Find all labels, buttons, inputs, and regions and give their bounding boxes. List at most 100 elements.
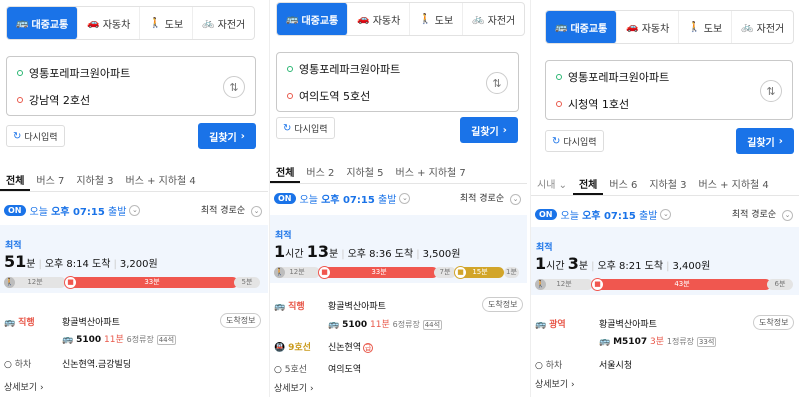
- origin-field[interactable]: 영통포레파크원아파트: [556, 69, 669, 85]
- tab-region-dropdown[interactable]: 시내 ⌄: [531, 172, 573, 195]
- departure-row: ON 오늘 오후 07:15 출발 ⌄ 최적 경로순 ⌄: [0, 200, 268, 220]
- tab-bus[interactable]: 버스 6: [603, 172, 643, 195]
- chevron-down-icon[interactable]: ⌄: [399, 192, 411, 204]
- step-bus: 🚌 광역: [535, 320, 566, 330]
- search-route-button[interactable]: 길찾기 ›: [736, 128, 794, 154]
- transport-mode-tabs: 🚌 대중교통 🚗 자동차 🚶 도보 🚲 자전거: [276, 2, 526, 36]
- swap-icon[interactable]: ⇅: [760, 80, 782, 102]
- departure-time[interactable]: 오늘 오후 07:15 출발: [30, 203, 127, 218]
- origin-field[interactable]: 영통포레파크원아파트: [17, 65, 130, 81]
- chevron-down-icon: ⌄: [251, 206, 262, 217]
- walk-segment: 6분: [767, 279, 793, 290]
- departure-time[interactable]: 오늘 오후 07:15 출발: [561, 207, 658, 222]
- board-stop: 황골벽산아파트: [599, 320, 657, 330]
- mode-car-button[interactable]: 🚗 자동차: [348, 3, 411, 35]
- duration-summary: 1시간 3분 | 오후 8:21 도착 | 3,400원: [535, 254, 711, 273]
- arrival-info-button[interactable]: 도착정보: [220, 313, 262, 328]
- sort-dropdown[interactable]: 최적 경로순 ⌄: [460, 191, 521, 205]
- mode-bike-button[interactable]: 🚲 자전거: [193, 7, 254, 39]
- destination-field[interactable]: 강남역 2호선: [17, 92, 90, 108]
- chevron-down-icon[interactable]: ⌄: [660, 208, 672, 220]
- route-timeline-bar: 12분 🚶 43분 ■ 6분: [535, 278, 793, 291]
- swap-icon[interactable]: ⇅: [486, 72, 508, 94]
- chevron-right-icon: ›: [502, 124, 507, 136]
- bus-line: 🚌 M5107 3분 1정류장 33석: [599, 337, 717, 347]
- route-result-card[interactable]: 최적 1시간 13분 | 오후 8:36 도착 | 3,500원 12분 🚶 33분 ■…: [270, 215, 527, 394]
- on-toggle[interactable]: ON: [274, 192, 296, 204]
- tab-all[interactable]: 전체: [572, 172, 604, 195]
- tab-bus[interactable]: 버스 7: [30, 168, 70, 191]
- bus-icon: 🚌: [535, 320, 547, 330]
- mode-car-button[interactable]: 🚗 자동차: [617, 11, 680, 43]
- tab-bus-subway[interactable]: 버스 + 지하철 4: [120, 168, 202, 191]
- tab-bus-subway[interactable]: 버스 + 지하철 7: [390, 160, 472, 183]
- detail-link[interactable]: 상세보기 ›: [274, 381, 314, 394]
- bus-icon: 🚌: [599, 337, 611, 347]
- chevron-down-icon: ⌄: [558, 180, 567, 191]
- detail-link[interactable]: 상세보기 ›: [4, 380, 44, 393]
- tab-subway[interactable]: 지하철 3: [70, 168, 119, 191]
- tab-bus-subway[interactable]: 버스 + 지하철 4: [693, 172, 775, 195]
- chevron-down-icon[interactable]: ⌄: [129, 204, 141, 216]
- walk-icon: 🚶: [274, 267, 285, 278]
- tab-subway[interactable]: 지하철 5: [340, 160, 389, 183]
- destination-field[interactable]: 여의도역 5호선: [287, 88, 370, 104]
- bus-line: 🚌 5100 11분 6정류장 44석: [328, 320, 443, 330]
- mode-bike-button[interactable]: 🚲 자전거: [732, 11, 793, 43]
- car-icon: 🚗: [626, 21, 639, 33]
- search-route-button[interactable]: 길찾기 ›: [460, 117, 518, 143]
- bus-segment: 43분: [593, 279, 771, 290]
- route-result-card[interactable]: 최적 1시간 3분 | 오후 8:21 도착 | 3,400원 12분 🚶 43분 ■ …: [531, 227, 799, 397]
- chevron-down-icon: ⌄: [782, 210, 793, 221]
- walk-segment: 5분: [234, 277, 260, 288]
- on-toggle[interactable]: ON: [4, 204, 26, 216]
- reset-button[interactable]: ↻ 다시입력: [545, 130, 604, 152]
- walk-icon: 🚶: [419, 13, 432, 25]
- sort-dropdown[interactable]: 최적 경로순 ⌄: [732, 207, 793, 221]
- bus-line: 🚌 5100 11분 6정류장 44석: [62, 335, 177, 345]
- result-tabs: 시내 ⌄ 전체 버스 6 지하철 3 버스 + 지하철 4: [531, 172, 799, 196]
- chevron-right-icon: ›: [778, 135, 783, 147]
- step-subway-9: 🚇 9호선: [274, 343, 311, 353]
- search-route-button[interactable]: 길찾기 ›: [198, 123, 256, 149]
- best-label: 최적: [5, 241, 22, 251]
- walk-icon: 🚶: [535, 279, 546, 290]
- destination-dot-icon: [17, 97, 23, 103]
- mode-walk-button[interactable]: 🚶 도보: [140, 7, 194, 39]
- bus-segment: 33분: [66, 277, 238, 288]
- route-result-card[interactable]: 최적 51분 | 오후 8:14 도착 | 3,200원 12분 🚶 33분 ■ 5분 …: [0, 225, 268, 397]
- origin-field[interactable]: 영통포레파크원아파트: [287, 61, 400, 77]
- tab-subway[interactable]: 지하철 3: [643, 172, 692, 195]
- mode-transit-button[interactable]: 🚌 대중교통: [546, 11, 618, 43]
- arrival-info-button[interactable]: 도착정보: [753, 315, 795, 330]
- sort-dropdown[interactable]: 최적 경로순 ⌄: [201, 203, 262, 217]
- route-panel-cityhall: 🚌 대중교통 🚗 자동차 🚶 도보 🚲 자전거 영통포레파크원아파트 시청역 1호선 ⇅…: [530, 0, 799, 397]
- destination-dot-icon: [556, 101, 562, 107]
- detail-link[interactable]: 상세보기 ›: [535, 377, 575, 390]
- destination-field[interactable]: 시청역 1호선: [556, 96, 629, 112]
- on-toggle[interactable]: ON: [535, 208, 557, 220]
- departure-time[interactable]: 오늘 오후 07:15 출발: [300, 191, 397, 206]
- step-alight: ○ 하차: [4, 360, 32, 370]
- circle-icon: ○: [274, 365, 282, 375]
- transport-mode-tabs: 🚌 대중교통 🚗 자동차 🚶 도보 🚲 자전거: [6, 6, 256, 40]
- arrival-info-button[interactable]: 도착정보: [482, 297, 524, 312]
- tab-all[interactable]: 전체: [0, 168, 31, 191]
- mode-transit-button[interactable]: 🚌 대중교통: [277, 3, 349, 35]
- refresh-icon: ↻: [13, 130, 22, 142]
- tab-bus[interactable]: 버스 2: [300, 160, 340, 183]
- mode-walk-button[interactable]: 🚶 도보: [410, 3, 464, 35]
- origin-dot-icon: [556, 74, 562, 80]
- reset-button[interactable]: ↻ 다시입력: [276, 117, 335, 139]
- car-icon: 🚗: [357, 13, 370, 25]
- swap-icon[interactable]: ⇅: [223, 76, 245, 98]
- tab-all[interactable]: 전체: [270, 160, 301, 183]
- walk-segment: 1분: [504, 267, 519, 278]
- reset-button[interactable]: ↻ 다시입력: [6, 125, 65, 147]
- mode-walk-button[interactable]: 🚶 도보: [679, 11, 733, 43]
- mode-car-button[interactable]: 🚗 자동차: [78, 7, 141, 39]
- walk-icon: 🚶: [688, 21, 701, 33]
- bus-icon: 🚌: [4, 318, 16, 328]
- mode-bike-button[interactable]: 🚲 자전거: [463, 3, 524, 35]
- mode-transit-button[interactable]: 🚌 대중교통: [7, 7, 79, 39]
